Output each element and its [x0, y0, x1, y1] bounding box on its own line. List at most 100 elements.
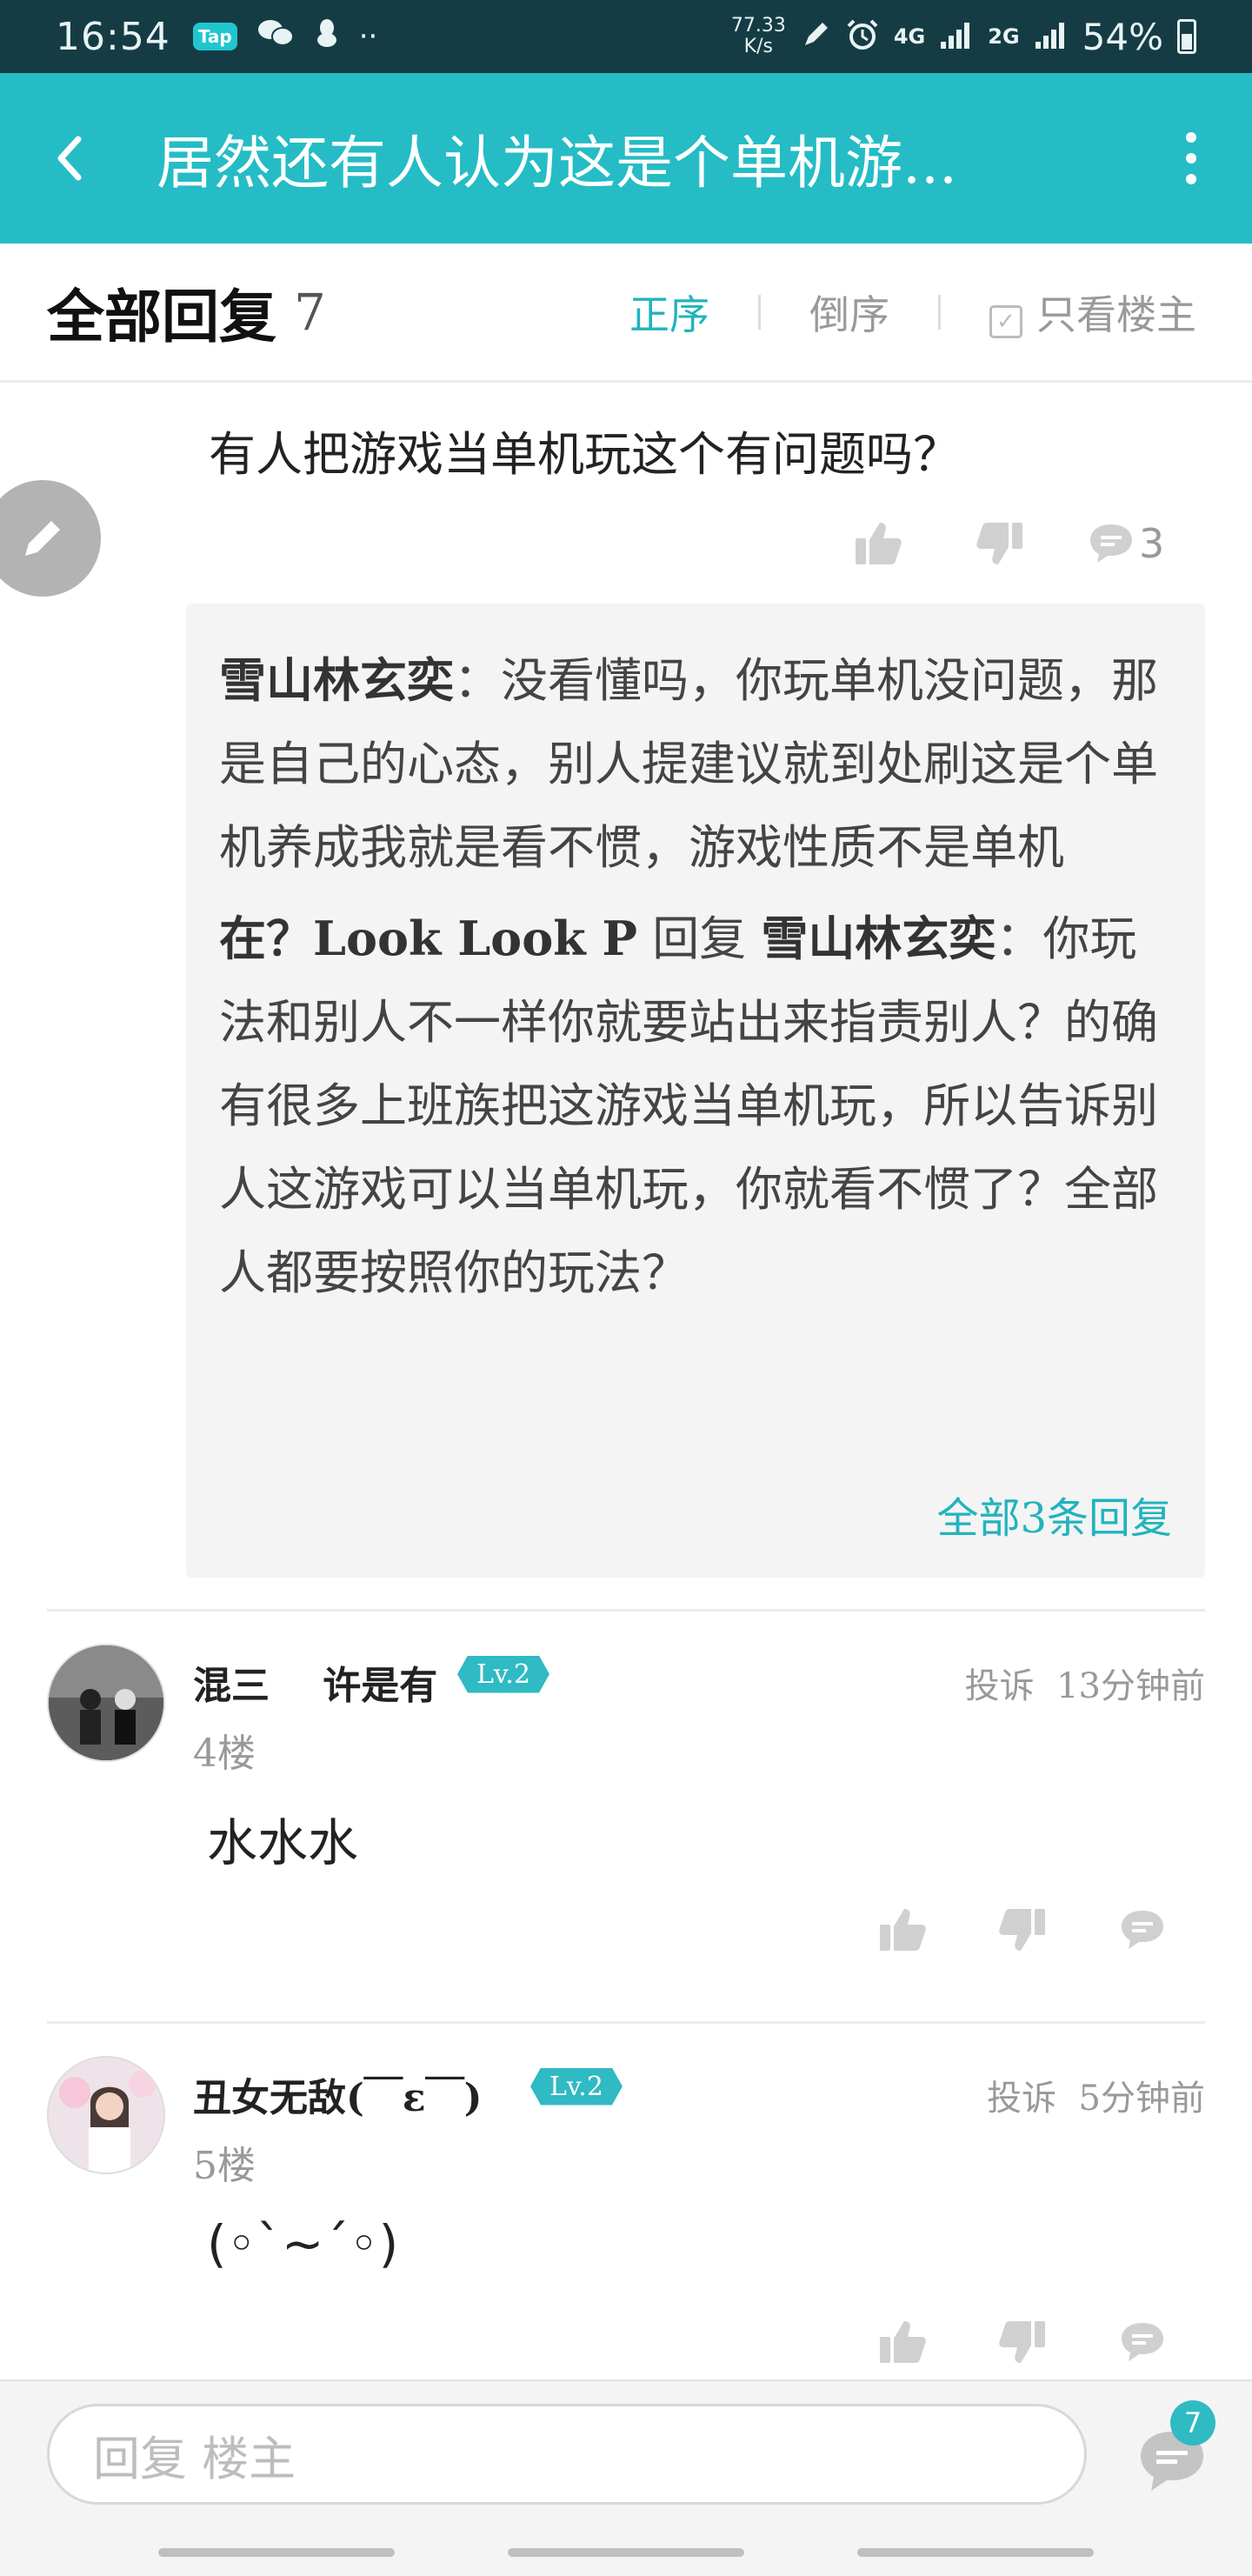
dislike-button[interactable] [965, 513, 1035, 574]
thumbs-up-icon [880, 2321, 926, 2363]
post-content: 有人把游戏当单机玩这个有问题吗？ [209, 427, 960, 482]
comment-time: 5分钟前 [1078, 2079, 1205, 2119]
level-label: Lv.2 [530, 2068, 623, 2106]
status-right: 77.33 K/s 4G 2G 54% [731, 16, 1196, 58]
report-link[interactable]: 投诉 [965, 1666, 1035, 1706]
comment-button[interactable] [1108, 2312, 1177, 2372]
comment-meta: 投诉 5分钟前 [987, 2070, 1205, 2120]
sub-reply-author[interactable]: 雪山林玄奕 [219, 652, 454, 708]
thumbs-up-icon [880, 1909, 926, 1951]
speed-value: 77.33 [730, 15, 786, 37]
avatar-image [49, 2058, 163, 2172]
nav-handle-center[interactable] [508, 2548, 744, 2557]
replies-count: 7 [294, 282, 326, 342]
nav-handle-right[interactable] [857, 2548, 1094, 2557]
sub-reply-text: ：你玩法和别人不一样你就要站出来指责别人？的确有很多上班族把这游戏当单机玩，所以… [219, 911, 1158, 1300]
checkbox-icon: ✓ [989, 304, 1022, 338]
network-2g-label: 2G [988, 24, 1020, 49]
comment-meta: 投诉 13分钟前 [965, 1658, 1205, 1708]
network-speed: 77.33 K/s [731, 16, 786, 57]
sub-replies-box[interactable]: 雪山林玄奕：没看懂吗，你玩单机没问题，那是自己的心态，别人提建议就到处刷这是个单… [186, 604, 1205, 1578]
divider [47, 2021, 1205, 2024]
wechat-icon [256, 17, 295, 57]
thumbs-down-icon [976, 523, 1022, 564]
sort-options: 正序 倒序 ✓ 只看楼主 [621, 284, 1205, 341]
top-app-bar: 居然还有人认为这是个单机游... [0, 73, 1252, 244]
comment-actions [868, 2312, 1177, 2372]
like-button[interactable] [868, 1899, 937, 1960]
level-badge: Lv.2 [457, 1652, 549, 1696]
status-time: 16:54 [56, 14, 170, 59]
avatar-image [49, 1645, 163, 1760]
comment-button[interactable] [1108, 1899, 1177, 1960]
level-badge: Lv.2 [530, 2065, 623, 2108]
bottom-reply-bar: 回复 楼主 7 [0, 2379, 1252, 2576]
only-op-toggle[interactable]: ✓ 只看楼主 [981, 284, 1205, 341]
dislike-button[interactable] [988, 2312, 1057, 2372]
only-op-label: 只看楼主 [1036, 290, 1196, 338]
comment-text: 水水水 [207, 1813, 359, 1872]
signal-icon-1 [939, 19, 974, 54]
nav-handle-left[interactable] [158, 2548, 395, 2557]
replies-title: 全部回复 [47, 282, 276, 350]
sort-descending-tab[interactable]: 倒序 [801, 284, 898, 341]
separator [938, 294, 941, 330]
tap-app-icon: Tap [192, 23, 237, 50]
battery-icon [1177, 19, 1196, 54]
comment-actions [868, 1899, 1177, 1960]
page-title: 居然还有人认为这是个单机游... [156, 130, 957, 197]
back-button[interactable] [35, 123, 104, 193]
comment-button[interactable]: 3 [1087, 513, 1164, 574]
post-actions: 3 [843, 513, 1164, 574]
more-dot [1186, 174, 1196, 184]
comment-icon [1122, 2323, 1163, 2361]
avatar[interactable] [47, 2056, 165, 2174]
comment-icon [1090, 524, 1132, 563]
alarm-icon [845, 17, 880, 56]
view-all-replies-link[interactable]: 全部3条回复 [936, 1484, 1172, 1545]
speed-unit: K/s [743, 36, 773, 57]
more-options-button[interactable] [1165, 119, 1217, 197]
back-arrow-icon [57, 136, 82, 181]
sub-reply: 雪山林玄奕：没看懂吗，你玩单机没问题，那是自己的心态，别人提建议就到处刷这是个单… [219, 638, 1172, 890]
level-label: Lv.2 [457, 1656, 549, 1693]
replies-header: 全部回复 7 正序 倒序 ✓ 只看楼主 [0, 244, 1252, 383]
more-dot [1186, 153, 1196, 164]
network-4g-label: 4G [893, 24, 926, 49]
sub-reply-author[interactable]: 在？Look Look P [219, 911, 637, 966]
signal-icon-2 [1034, 19, 1069, 54]
divider [47, 1609, 1205, 1612]
status-app-icons: Tap ·· [192, 17, 378, 57]
comment-author[interactable]: 混三 许是有 [193, 1654, 437, 1710]
sub-reply: 在？Look Look P 回复 雪山林玄奕：你玩法和别人不一样你就要站出来指责… [219, 897, 1172, 1315]
avatar[interactable] [47, 1644, 165, 1762]
thumbs-down-icon [999, 1909, 1045, 1951]
more-notifications-icon: ·· [358, 19, 378, 54]
comment-count: 3 [1139, 520, 1165, 567]
reply-input[interactable]: 回复 楼主 [47, 2404, 1087, 2505]
floor-number: 5楼 [193, 2144, 256, 2188]
floor-number: 4楼 [193, 1732, 256, 1776]
write-reply-fab[interactable] [0, 480, 101, 597]
pen-icon [800, 19, 831, 54]
sub-reply-target[interactable]: 雪山林玄奕 [761, 911, 996, 966]
comment-icon [1122, 1911, 1163, 1949]
comments-badge: 7 [1170, 2400, 1215, 2446]
report-link[interactable]: 投诉 [987, 2079, 1056, 2119]
more-dot [1186, 132, 1196, 143]
comment-author[interactable]: 丑女无敌(￣ε￣) [193, 2066, 482, 2122]
comment-time: 13分钟前 [1056, 1666, 1205, 1706]
sort-ascending-tab[interactable]: 正序 [621, 284, 718, 341]
dislike-button[interactable] [988, 1899, 1057, 1960]
thumbs-down-icon [999, 2321, 1045, 2363]
thumbs-up-icon [856, 523, 902, 564]
comment-text: (◦`~´◦) [207, 2214, 399, 2273]
separator [758, 294, 761, 330]
qq-icon [314, 17, 340, 57]
reply-word: 回复 [637, 911, 762, 966]
pencil-icon [25, 521, 60, 556]
battery-percent: 54% [1082, 15, 1163, 58]
like-button[interactable] [868, 2312, 937, 2372]
like-button[interactable] [843, 513, 913, 574]
status-bar: 16:54 Tap ·· 77.33 K/s 4G 2G 54% [0, 0, 1252, 73]
